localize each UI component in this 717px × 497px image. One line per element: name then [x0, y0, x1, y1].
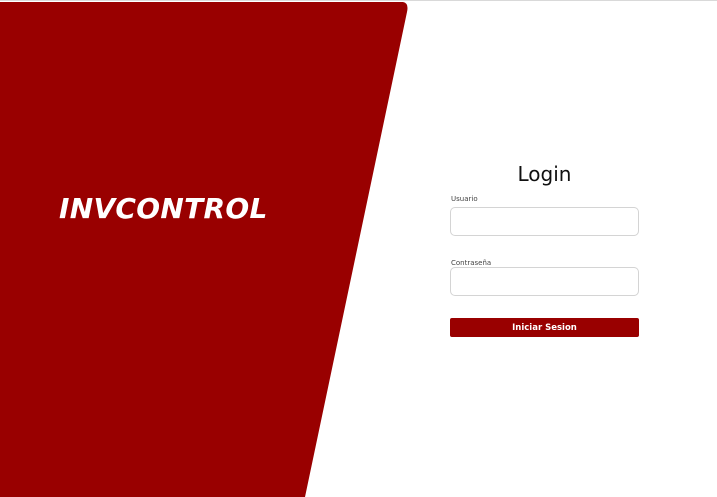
username-label: Usuario	[451, 195, 478, 203]
brand-logo-text: INVCONTROL	[59, 192, 268, 225]
username-input[interactable]	[450, 207, 639, 236]
brand-panel	[0, 0, 717, 497]
password-input[interactable]	[450, 267, 639, 296]
brand-panel-shape	[0, 2, 408, 497]
login-submit-button[interactable]: Iniciar Sesion	[450, 318, 639, 337]
password-label: Contraseña	[451, 259, 492, 267]
login-title: Login	[517, 162, 572, 186]
